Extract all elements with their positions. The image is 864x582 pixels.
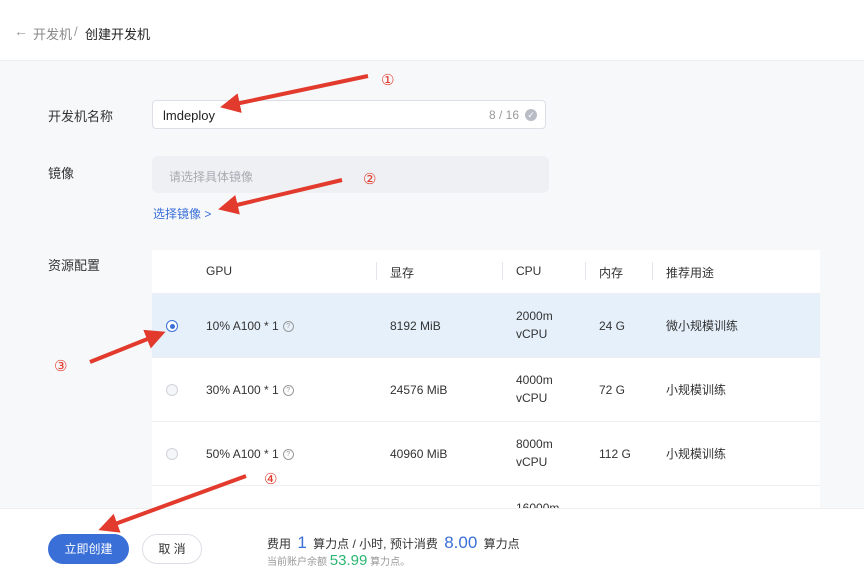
annotation-marker-1: ① <box>381 71 394 89</box>
row-cpu-unit: vCPU <box>516 455 548 469</box>
header-gpu: GPU <box>206 264 233 278</box>
check-icon: ✓ <box>525 109 537 121</box>
image-label: 镜像 <box>48 166 75 181</box>
table-row[interactable]: 30% A100 * 1? 24576 MiB 4000m vCPU 72 G … <box>152 357 820 421</box>
row-memory: 24576 MiB <box>390 383 448 397</box>
row-ram: 24 G <box>599 319 626 333</box>
cost-unit: 算力点 / 小时, 预计消费 <box>313 537 438 551</box>
cost-prefix: 费用 <box>267 537 292 551</box>
header-cpu: CPU <box>516 264 542 278</box>
breadcrumb-current: 创建开发机 <box>85 27 151 42</box>
image-select[interactable]: 请选择具体镜像 <box>152 156 549 193</box>
row-use: 小规模训练 <box>666 383 727 397</box>
row-cpu: 16000m <box>516 501 560 508</box>
help-icon[interactable]: ? <box>282 449 294 461</box>
annotation-arrow-3 <box>89 329 166 364</box>
select-image-link[interactable]: 选择镜像 > <box>153 205 211 222</box>
cost-total: 8.00 <box>444 533 478 552</box>
row-gpu-text: 50% A100 * 1 <box>206 447 279 461</box>
annotation-marker-3: ③ <box>54 357 67 375</box>
table-row[interactable]: 16000m <box>152 485 820 508</box>
balance-value: 53.99 <box>329 552 368 569</box>
name-label: 开发机名称 <box>48 109 114 124</box>
footer-bar: 立即创建 取 消 费用 1 算力点 / 小时, 预计消费 8.00 算力点 当前… <box>0 508 864 582</box>
cost-suffix: 算力点 <box>483 537 520 551</box>
column-divider <box>585 262 586 280</box>
cost-rate: 1 <box>297 533 307 552</box>
row-cpu: 4000m <box>516 373 553 387</box>
breadcrumb-parent[interactable]: 开发机 <box>33 24 72 43</box>
row-cpu-unit: vCPU <box>516 327 548 341</box>
row-cpu-unit: vCPU <box>516 391 548 405</box>
row-ram: 72 G <box>599 383 626 397</box>
create-button[interactable]: 立即创建 <box>48 534 129 564</box>
balance-suffix: 算力点。 <box>370 557 411 568</box>
breadcrumb-separator: / <box>74 24 78 39</box>
cost-summary: 费用 1 算力点 / 小时, 预计消费 8.00 算力点 <box>267 533 520 553</box>
row-gpu-text: 10% A100 * 1 <box>206 319 279 333</box>
column-divider <box>502 262 503 280</box>
top-bar: ← 开发机 / 创建开发机 <box>0 0 864 61</box>
row-memory: 8192 MiB <box>390 319 441 333</box>
balance-summary: 当前账户余额 53.99 算力点。 <box>267 552 410 569</box>
row-use: 小规模训练 <box>666 447 727 461</box>
row-memory: 40960 MiB <box>390 447 448 461</box>
row-gpu-text: 30% A100 * 1 <box>206 383 279 397</box>
column-divider <box>652 262 653 280</box>
cancel-button[interactable]: 取 消 <box>142 534 202 564</box>
row-gpu: 30% A100 * 1? <box>206 381 294 399</box>
balance-prefix: 当前账户余额 <box>267 557 327 568</box>
table-row[interactable]: 10% A100 * 1? 8192 MiB 2000m vCPU 24 G 微… <box>152 293 820 357</box>
help-icon[interactable]: ? <box>282 385 294 397</box>
header-memory: 显存 <box>390 266 415 280</box>
header-ram: 内存 <box>599 266 624 280</box>
row-gpu: 50% A100 * 1? <box>206 445 294 463</box>
row-radio[interactable] <box>166 320 178 332</box>
column-divider <box>376 262 377 280</box>
name-input-value: lmdeploy <box>163 108 216 123</box>
row-gpu: 10% A100 * 1? <box>206 317 294 335</box>
row-use: 微小规模训练 <box>666 319 739 333</box>
image-placeholder: 请选择具体镜像 <box>169 170 254 184</box>
row-cpu: 2000m <box>516 309 553 323</box>
resource-table: GPU 显存 CPU 内存 推荐用途 10% A100 * 1? 8192 Mi… <box>152 250 820 508</box>
back-arrow-icon[interactable]: ← <box>14 23 28 39</box>
header-use: 推荐用途 <box>666 266 715 280</box>
name-input[interactable]: lmdeploy 8 / 16 ✓ <box>152 100 546 129</box>
help-icon[interactable]: ? <box>282 321 294 333</box>
name-char-count: 8 / 16 <box>488 108 519 122</box>
row-ram: 112 G <box>599 447 631 461</box>
row-radio[interactable] <box>166 384 178 396</box>
row-cpu: 8000m <box>516 437 553 451</box>
row-radio[interactable] <box>166 448 178 460</box>
resource-label: 资源配置 <box>48 258 101 273</box>
table-row[interactable]: 50% A100 * 1? 40960 MiB 8000m vCPU 112 G… <box>152 421 820 485</box>
